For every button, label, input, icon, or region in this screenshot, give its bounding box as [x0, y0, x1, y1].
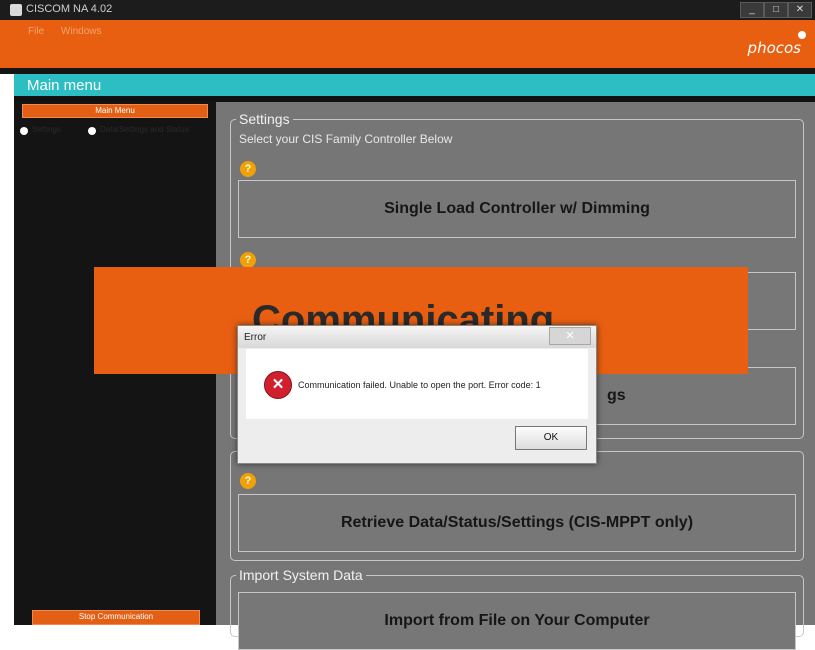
error-icon: ✕	[264, 371, 292, 399]
menu-windows[interactable]: Windows	[61, 26, 102, 37]
error-dialog: Error ✕ ✕ Communication failed. Unable t…	[237, 325, 597, 464]
app-header: File Windows phocos	[0, 20, 815, 68]
data-status-radio[interactable]	[88, 127, 96, 135]
help-icon[interactable]: ?	[240, 252, 256, 268]
logo-dot	[798, 31, 806, 39]
menu-bar: File Windows	[28, 26, 115, 37]
phocos-logo: phocos	[747, 39, 801, 57]
menu-file[interactable]: File	[28, 26, 44, 37]
ok-button[interactable]: OK	[515, 426, 587, 450]
import-legend: Import System Data	[236, 567, 366, 583]
main-menu-title: Main menu	[27, 77, 102, 94]
app-icon	[10, 4, 22, 16]
help-icon[interactable]: ?	[240, 161, 256, 177]
minimize-button[interactable]: _	[740, 2, 764, 18]
import-from-file-button[interactable]: Import from File on Your Computer	[238, 592, 796, 650]
stop-communication-button[interactable]: Stop Communication	[32, 610, 200, 625]
settings-radio[interactable]	[20, 127, 28, 135]
retrieve-data-button[interactable]: Retrieve Data/Status/Settings (CIS-MPPT …	[238, 494, 796, 552]
main-menu-button[interactable]: Main Menu	[22, 104, 208, 118]
error-message: Communication failed. Unable to open the…	[298, 380, 541, 390]
dialog-body: ✕ Communication failed. Unable to open t…	[246, 349, 588, 419]
maximize-button[interactable]: □	[764, 2, 788, 18]
dialog-close-button[interactable]: ✕	[549, 327, 591, 345]
help-icon[interactable]: ?	[240, 473, 256, 489]
single-load-controller-button[interactable]: Single Load Controller w/ Dimming	[238, 180, 796, 238]
data-status-radio-label: Data/Settings and Status	[100, 125, 189, 134]
settings-subtitle: Select your CIS Family Controller Below	[239, 132, 453, 146]
dialog-titlebar: Error ✕	[238, 326, 596, 348]
window-title: CISCOM NA 4.02	[26, 3, 113, 15]
close-window-button[interactable]: ✕	[788, 2, 812, 18]
settings-radio-label: Settings	[32, 125, 61, 134]
dialog-title: Error	[244, 332, 267, 343]
window-titlebar: CISCOM NA 4.02 _ □ ✕	[0, 0, 815, 20]
settings-legend: Settings	[236, 111, 293, 127]
main-menu-bar: Main menu	[14, 74, 815, 96]
